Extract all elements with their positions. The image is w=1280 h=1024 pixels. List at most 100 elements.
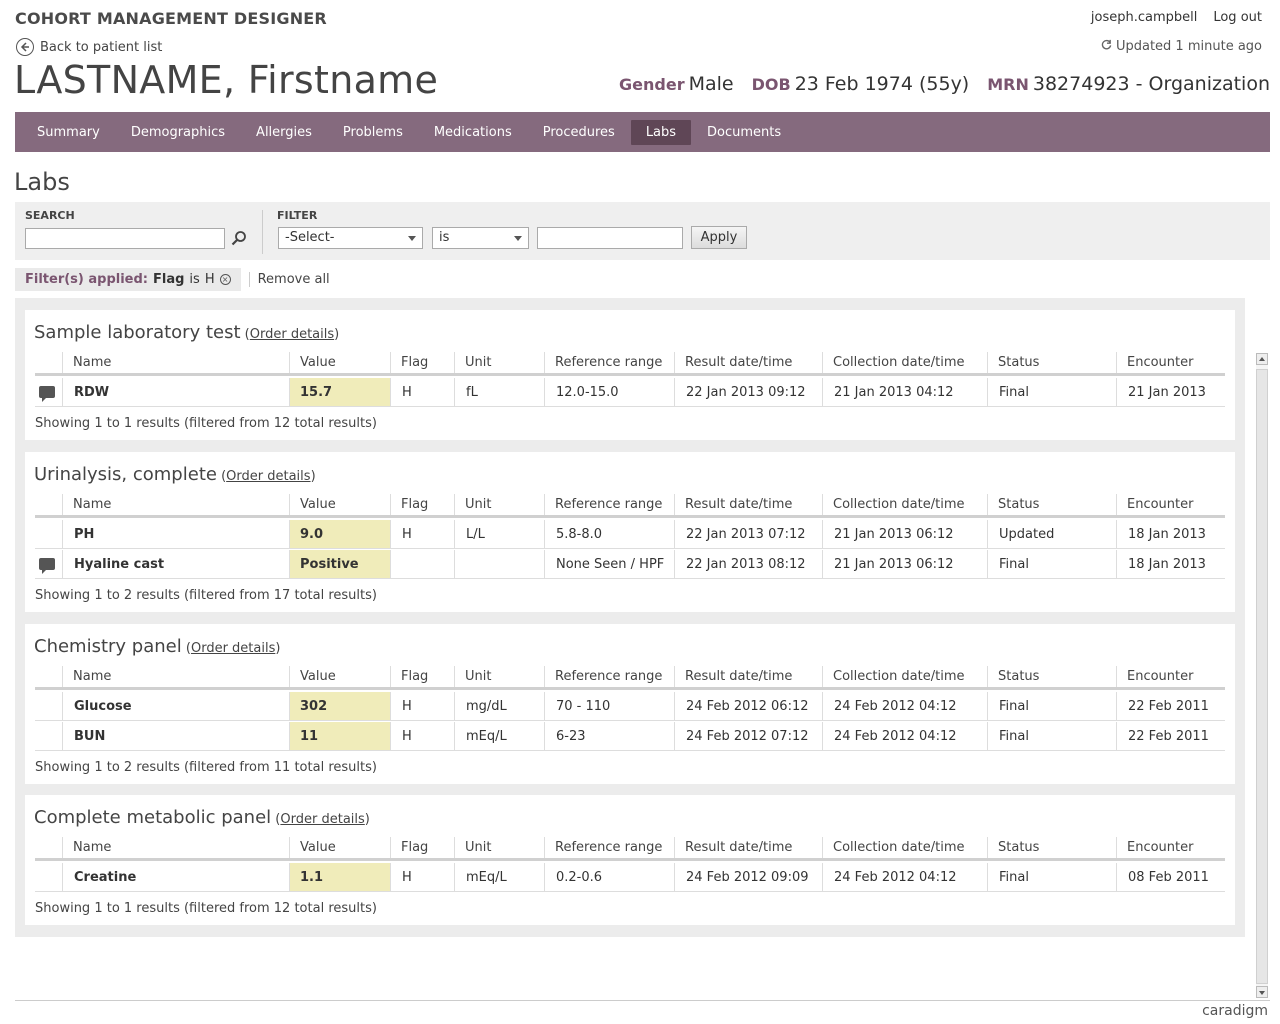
scroll-up-arrow-icon[interactable]: [1256, 353, 1268, 365]
header-col-result[interactable]: Result date/time: [674, 494, 792, 515]
divider: [262, 210, 263, 254]
cell-unit: mEq/L: [466, 869, 507, 885]
tab-labs[interactable]: Labs: [630, 119, 692, 145]
tab-documents[interactable]: Documents: [692, 120, 796, 145]
header-col-result[interactable]: Result date/time: [674, 666, 792, 687]
back-to-patient-list-link[interactable]: Back to patient list: [16, 38, 162, 56]
header-col-status[interactable]: Status: [987, 352, 1039, 373]
comment-icon[interactable]: [39, 558, 55, 574]
header-col-value[interactable]: Value: [289, 352, 336, 373]
cell-divider: [987, 378, 988, 406]
header-col-result[interactable]: Result date/time: [674, 352, 792, 373]
header-col-name[interactable]: Name: [62, 666, 111, 687]
cell-status: Updated: [999, 526, 1055, 542]
header-col-value[interactable]: Value: [289, 666, 336, 687]
tab-procedures[interactable]: Procedures: [528, 120, 630, 145]
cell-value: 15.7: [289, 378, 390, 406]
header-col-encounter[interactable]: Encounter: [1116, 494, 1193, 515]
tab-allergies[interactable]: Allergies: [241, 120, 327, 145]
table-row[interactable]: Creatine 1.1 HmEq/L 0.2-0.6 24 Feb 2012 09:0…: [35, 863, 1225, 892]
header-col-encounter[interactable]: Encounter: [1116, 837, 1193, 858]
back-arrow-icon: [16, 38, 34, 56]
filter-chip-value: H: [204, 272, 215, 287]
comment-icon[interactable]: [39, 386, 55, 402]
cell-divider: [62, 550, 63, 578]
scroll-down-arrow-icon[interactable]: [1256, 986, 1268, 998]
table-row[interactable]: BUN 11 HmEq/L 6-23 24 Feb 2012 07:12 24 Feb 2…: [35, 722, 1225, 751]
panel-title-text: Complete metabolic panel: [34, 807, 272, 828]
header-col-unit[interactable]: Unit: [454, 352, 491, 373]
table-row[interactable]: PH 9.0 H L/L 5.8-8.0 22 Jan 2013 07:12 21 Jan …: [35, 520, 1225, 549]
header-col-ref[interactable]: Reference range: [544, 837, 662, 858]
header-col-unit[interactable]: Unit: [454, 666, 491, 687]
header-col-ref[interactable]: Reference range: [544, 352, 662, 373]
header-col-status[interactable]: Status: [987, 666, 1039, 687]
cell-divider: [390, 378, 391, 406]
header-col-value[interactable]: Value: [289, 837, 336, 858]
cell-flag: H: [402, 384, 412, 400]
filters-applied-label: Filter(s) applied:: [25, 272, 148, 287]
header-col-encounter[interactable]: Encounter: [1116, 352, 1193, 373]
header-col-ref[interactable]: Reference range: [544, 666, 662, 687]
header-col-ref[interactable]: Reference range: [544, 494, 662, 515]
apply-button[interactable]: Apply: [691, 226, 747, 249]
header-col-collection[interactable]: Collection date/time: [822, 494, 965, 515]
cell-divider: [544, 550, 545, 578]
header-col-collection[interactable]: Collection date/time: [822, 352, 965, 373]
panel-title-text: Sample laboratory test: [34, 322, 241, 343]
remove-filter-icon[interactable]: ×: [219, 274, 231, 285]
cell-divider: [822, 692, 823, 720]
cell-divider: [544, 722, 545, 750]
results-summary: Showing 1 to 1 results (filtered from 12…: [35, 901, 377, 916]
logout-link[interactable]: Log out: [1213, 10, 1262, 25]
scrollbar[interactable]: [1256, 353, 1268, 998]
username-link[interactable]: joseph.campbell: [1091, 10, 1197, 25]
tab-summary[interactable]: Summary: [22, 120, 115, 145]
header-col-value[interactable]: Value: [289, 494, 336, 515]
refresh-icon[interactable]: [1101, 39, 1112, 54]
header-col-flag[interactable]: Flag: [390, 837, 428, 858]
header-col-encounter[interactable]: Encounter: [1116, 666, 1193, 687]
header-col-name[interactable]: Name: [62, 837, 111, 858]
filter-chip-op: is: [189, 272, 200, 287]
order-details-link[interactable]: (Order details): [182, 641, 281, 656]
cell-encounter: 22 Feb 2011: [1128, 698, 1209, 714]
filter-operator-select[interactable]: is: [432, 227, 529, 249]
dob-label: DOB: [751, 75, 791, 94]
header-col-flag[interactable]: Flag: [390, 494, 428, 515]
search-input[interactable]: [25, 228, 225, 249]
cell-flag: H: [402, 526, 412, 542]
cell-status: Final: [999, 728, 1029, 744]
cell-result: 22 Jan 2013 07:12: [686, 526, 806, 542]
header-col-status[interactable]: Status: [987, 494, 1039, 515]
header-col-flag[interactable]: Flag: [390, 666, 428, 687]
panel-title: Complete metabolic panel (Order details): [34, 807, 370, 828]
tab-problems[interactable]: Problems: [328, 120, 418, 145]
table-row[interactable]: RDW 15.7 HfL 12.0-15.0 22 Jan 2013 09:12 21 J…: [35, 378, 1225, 407]
order-details-link[interactable]: (Order details): [271, 812, 370, 827]
remove-all-link[interactable]: Remove all: [248, 272, 330, 287]
tab-medications[interactable]: Medications: [419, 120, 527, 145]
header-col-name[interactable]: Name: [62, 494, 111, 515]
panel-title-text: Urinalysis, complete: [34, 464, 217, 485]
header-col-unit[interactable]: Unit: [454, 837, 491, 858]
search-icon[interactable]: [231, 230, 247, 250]
cell-flag: H: [402, 869, 412, 885]
header-col-result[interactable]: Result date/time: [674, 837, 792, 858]
lab-panel: Chemistry panel (Order details) Name Value…: [25, 624, 1235, 784]
filter-value-input[interactable]: [537, 227, 683, 249]
header-col-status[interactable]: Status: [987, 837, 1039, 858]
table-row[interactable]: Glucose 302 Hmg/dL 70 - 110 24 Feb 2012 06:1…: [35, 692, 1225, 721]
header-col-unit[interactable]: Unit: [454, 494, 491, 515]
header-col-collection[interactable]: Collection date/time: [822, 666, 965, 687]
header-col-collection[interactable]: Collection date/time: [822, 837, 965, 858]
header-col-flag[interactable]: Flag: [390, 352, 428, 373]
filter-field-select[interactable]: -Select-: [278, 227, 423, 249]
table-row[interactable]: Hyaline cast Positive None Seen / HPF 22 Ja…: [35, 550, 1225, 579]
scroll-track[interactable]: [1256, 369, 1268, 984]
order-details-link[interactable]: (Order details): [241, 327, 340, 342]
header-col-name[interactable]: Name: [62, 352, 111, 373]
order-details-link[interactable]: (Order details): [217, 469, 316, 484]
tab-demographics[interactable]: Demographics: [116, 120, 240, 145]
cell-ref: 5.8-8.0: [556, 526, 603, 542]
